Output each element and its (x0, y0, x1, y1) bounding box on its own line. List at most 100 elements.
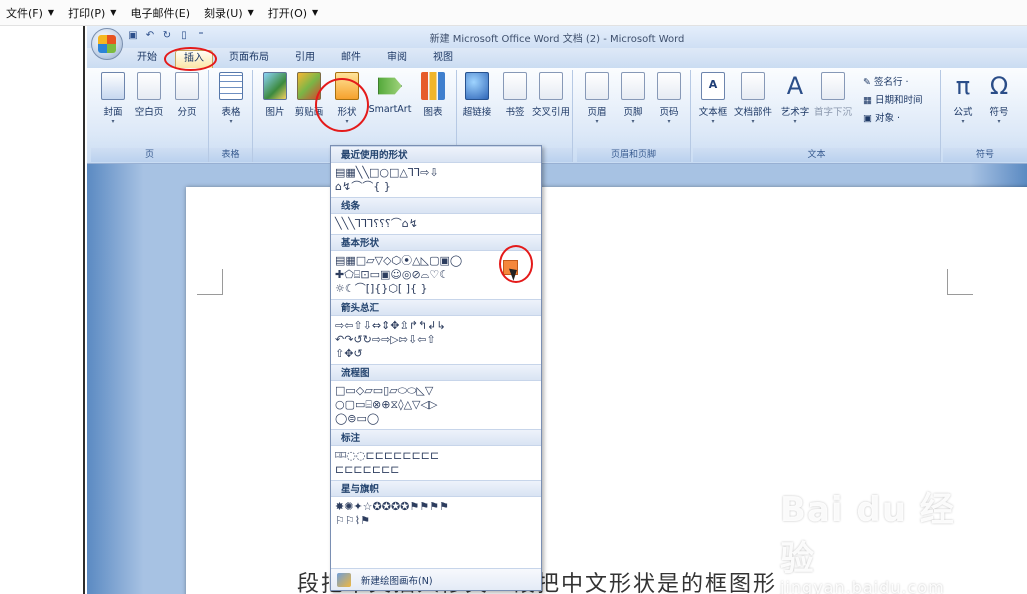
button-label: 图片 (265, 107, 285, 118)
bookmark-button[interactable]: 书签 (495, 72, 535, 118)
quick-parts-button[interactable]: 文档部件 ▾ (733, 72, 773, 125)
table-button[interactable]: 表格 ▾ (211, 72, 251, 125)
footer-label: 新建绘图画布(N) (361, 575, 433, 587)
watermark-sub: jingyan.baidu.com (780, 578, 945, 594)
shape-row[interactable]: □▭◇▱▭▯▱⬭⬭◺▽ (335, 384, 537, 398)
highlight-ring-shape (499, 245, 533, 283)
crop-mark-left (197, 269, 223, 295)
button-label: 空白页 (134, 107, 164, 118)
button-label: 文档部件 (733, 107, 772, 118)
header-button[interactable]: 页眉 ▾ (577, 72, 617, 125)
section-block-arrows: 箭头总汇 (331, 299, 541, 316)
group-text: A 文本框 ▾ 文档部件 ▾ A 艺术字 ▾ 首字下沉 ✎ 签名行 · ▦ 日期和时间 ▣… (693, 70, 941, 162)
button-label: 公式 (953, 107, 973, 118)
blank-page-button[interactable]: 空白页 (129, 72, 169, 118)
drawing-canvas-icon (337, 572, 351, 587)
chart-icon (421, 72, 445, 100)
chevron-down-icon: ▼ (47, 8, 55, 17)
shape-row[interactable]: ⇧✥↺ (335, 347, 537, 361)
drop-cap-button[interactable]: 首字下沉 (813, 72, 853, 118)
window-title: 新建 Microsoft Office Word 文档 (2) - Micros… (429, 34, 685, 45)
highlight-ring-shapes-button (315, 78, 369, 132)
object-button[interactable]: ▣ 对象 · (863, 110, 900, 124)
top-menu-bar: 文件(F) ▼ 打印(P) ▼ 电子邮件(E) 刻录(U) ▼ 打开(O) ▼ (0, 0, 1027, 26)
office-button[interactable] (91, 28, 123, 60)
menu-label: 文件(F) (6, 6, 43, 20)
menu-print[interactable]: 打印(P) ▼ (68, 5, 116, 21)
tab-mailings[interactable]: 邮件 (333, 50, 369, 68)
chevron-down-icon: ▾ (229, 118, 233, 125)
globe-icon (465, 72, 489, 100)
page-break-button[interactable]: 分页 (167, 72, 207, 118)
tab-home[interactable]: 开始 (129, 50, 165, 68)
chart-button[interactable]: 图表 (413, 72, 453, 118)
header-icon (585, 72, 609, 100)
signature-line-button[interactable]: ✎ 签名行 · (863, 74, 909, 88)
button-label: 文本框 (698, 107, 728, 118)
button-label: 页脚 (623, 107, 643, 118)
group-symbols: π 公式 ▾ Ω 符号 ▾ 符号 (943, 70, 1027, 162)
signature-icon: ✎ (863, 77, 871, 88)
shape-row[interactable]: ⊏⊏⊏⊏⊏⊏⊏ (335, 463, 537, 477)
picture-icon (263, 72, 287, 100)
section-callouts: 标注 (331, 429, 541, 446)
table-icon (219, 72, 243, 100)
textbox-icon: A (701, 72, 725, 100)
group-label-symbols: 符号 (943, 148, 1027, 162)
ribbon-tabs: 开始 插入 页面布局 引用 邮件 审阅 视图 (87, 48, 1027, 68)
new-drawing-canvas-button[interactable]: 新建绘图画布(N) (331, 568, 541, 590)
shape-row[interactable]: ☼☾⌒[]{}⬡[ ]{ } (335, 282, 537, 296)
shapes-gallery: 最近使用的形状 ▤▦╲╲□○□△⅂⅂⇨⇩ ⌂↯⌒⌒{ } 线条 ╲╲╲⅂⅂⅂⸮⸮… (330, 145, 542, 591)
page-break-icon (175, 72, 199, 100)
title-bar: ▣ ↶ ↻ ▯ ⁼ 新建 Microsoft Office Word 文档 (2… (87, 26, 1027, 48)
cross-reference-button[interactable]: 交叉引用 (531, 72, 571, 118)
shape-row[interactable]: ◯⊜▭◯ (335, 412, 537, 426)
office-logo-icon (98, 35, 116, 53)
tab-references[interactable]: 引用 (287, 50, 323, 68)
menu-email[interactable]: 电子邮件(E) (130, 5, 190, 21)
chevron-down-icon: ▾ (631, 118, 635, 125)
section-lines: 线条 (331, 197, 541, 214)
chevron-down-icon: ▾ (711, 118, 715, 125)
chevron-down-icon: ▾ (595, 118, 599, 125)
shape-row[interactable]: ⚐⚐⌇⚑ (335, 514, 537, 528)
shape-row[interactable]: ⌂↯⌒⌒{ } (335, 180, 537, 194)
symbol-button[interactable]: Ω 符号 ▾ (979, 72, 1019, 125)
shape-row[interactable]: ↶↷↺↻⇨⇨▷⇰⇩⇦⇧ (335, 333, 537, 347)
shape-row[interactable]: ✸✺✦☆✪✪✪✪⚑⚑⚑⚑ (335, 500, 537, 514)
pi-icon: π (955, 72, 971, 100)
footer-button[interactable]: 页脚 ▾ (613, 72, 653, 125)
equation-button[interactable]: π 公式 ▾ (943, 72, 983, 125)
shape-row[interactable]: ⌑⌑◌◌⊏⊏⊏⊏⊏⊏⊏⊏ (335, 449, 537, 463)
menu-burn[interactable]: 刻录(U) ▼ (204, 5, 254, 21)
tab-page-layout[interactable]: 页面布局 (221, 50, 277, 68)
cover-page-button[interactable]: 封面 ▾ (93, 72, 133, 125)
chevron-down-icon: ▼ (312, 8, 319, 17)
chevron-down-icon: ▼ (110, 8, 117, 17)
textbox-button[interactable]: A 文本框 ▾ (693, 72, 733, 125)
calendar-icon: ▦ (863, 95, 872, 106)
smartart-button[interactable]: SmartArt (365, 72, 415, 115)
section-recent-shapes: 最近使用的形状 (331, 146, 541, 163)
shape-row[interactable]: ╲╲╲⅂⅂⅂⸮⸮⸮⌒⌂↯ (335, 217, 537, 231)
hyperlink-button[interactable]: 超链接 (457, 72, 497, 118)
left-pane (0, 26, 85, 594)
wordart-button[interactable]: A 艺术字 ▾ (775, 72, 815, 125)
shape-row[interactable]: ○▢▭⌸⊗⊕⧖◊△▽◁▷ (335, 398, 537, 412)
menu-label: 刻录(U) (204, 6, 243, 20)
tab-view[interactable]: 视图 (425, 50, 461, 68)
date-time-button[interactable]: ▦ 日期和时间 (863, 92, 923, 106)
omega-icon: Ω (989, 72, 1009, 100)
button-label: 书签 (505, 107, 525, 118)
menu-open[interactable]: 打开(O) ▼ (268, 5, 318, 21)
tab-review[interactable]: 审阅 (379, 50, 415, 68)
chevron-down-icon: ▾ (997, 118, 1001, 125)
crop-mark-right (947, 269, 973, 295)
cover-page-icon (101, 72, 125, 100)
group-label-page: 页 (91, 148, 208, 162)
shape-row[interactable]: ⇨⇦⇧⇩⇔⇕✥⇫↱↰↲↳ (335, 319, 537, 333)
shape-row[interactable]: ▤▦╲╲□○□△⅂⅂⇨⇩ (335, 166, 537, 180)
page-number-button[interactable]: 页码 ▾ (649, 72, 689, 125)
group-table: 表格 ▾ 表格 (209, 70, 253, 162)
menu-file[interactable]: 文件(F) ▼ (6, 5, 54, 21)
